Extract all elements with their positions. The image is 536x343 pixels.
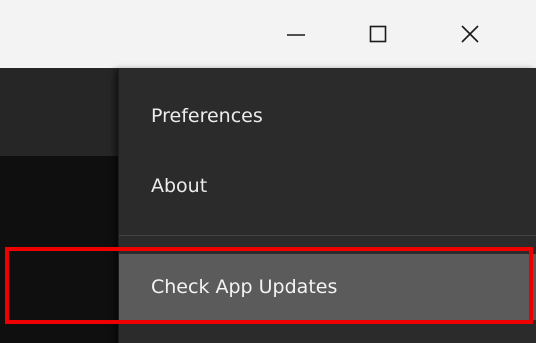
menu-divider xyxy=(119,235,536,236)
close-button[interactable] xyxy=(424,0,516,68)
menu-item-about[interactable]: About xyxy=(119,158,536,214)
minimize-icon xyxy=(287,34,305,36)
title-bar xyxy=(0,0,536,68)
menu-item-check-app-updates[interactable]: Check App Updates xyxy=(119,254,536,320)
minimize-button[interactable] xyxy=(250,0,342,68)
maximize-button[interactable] xyxy=(332,0,424,68)
app-side-panel xyxy=(0,156,118,343)
dropdown-menu: Preferences About Check App Updates xyxy=(118,68,536,343)
menu-item-preferences[interactable]: Preferences xyxy=(119,88,536,144)
menu-item-label: Preferences xyxy=(151,105,263,127)
close-icon xyxy=(461,25,479,43)
app-window: Preferences About Check App Updates xyxy=(0,0,536,343)
menu-item-label: Check App Updates xyxy=(151,276,338,298)
maximize-icon xyxy=(369,25,387,43)
menu-item-label: About xyxy=(151,175,208,197)
